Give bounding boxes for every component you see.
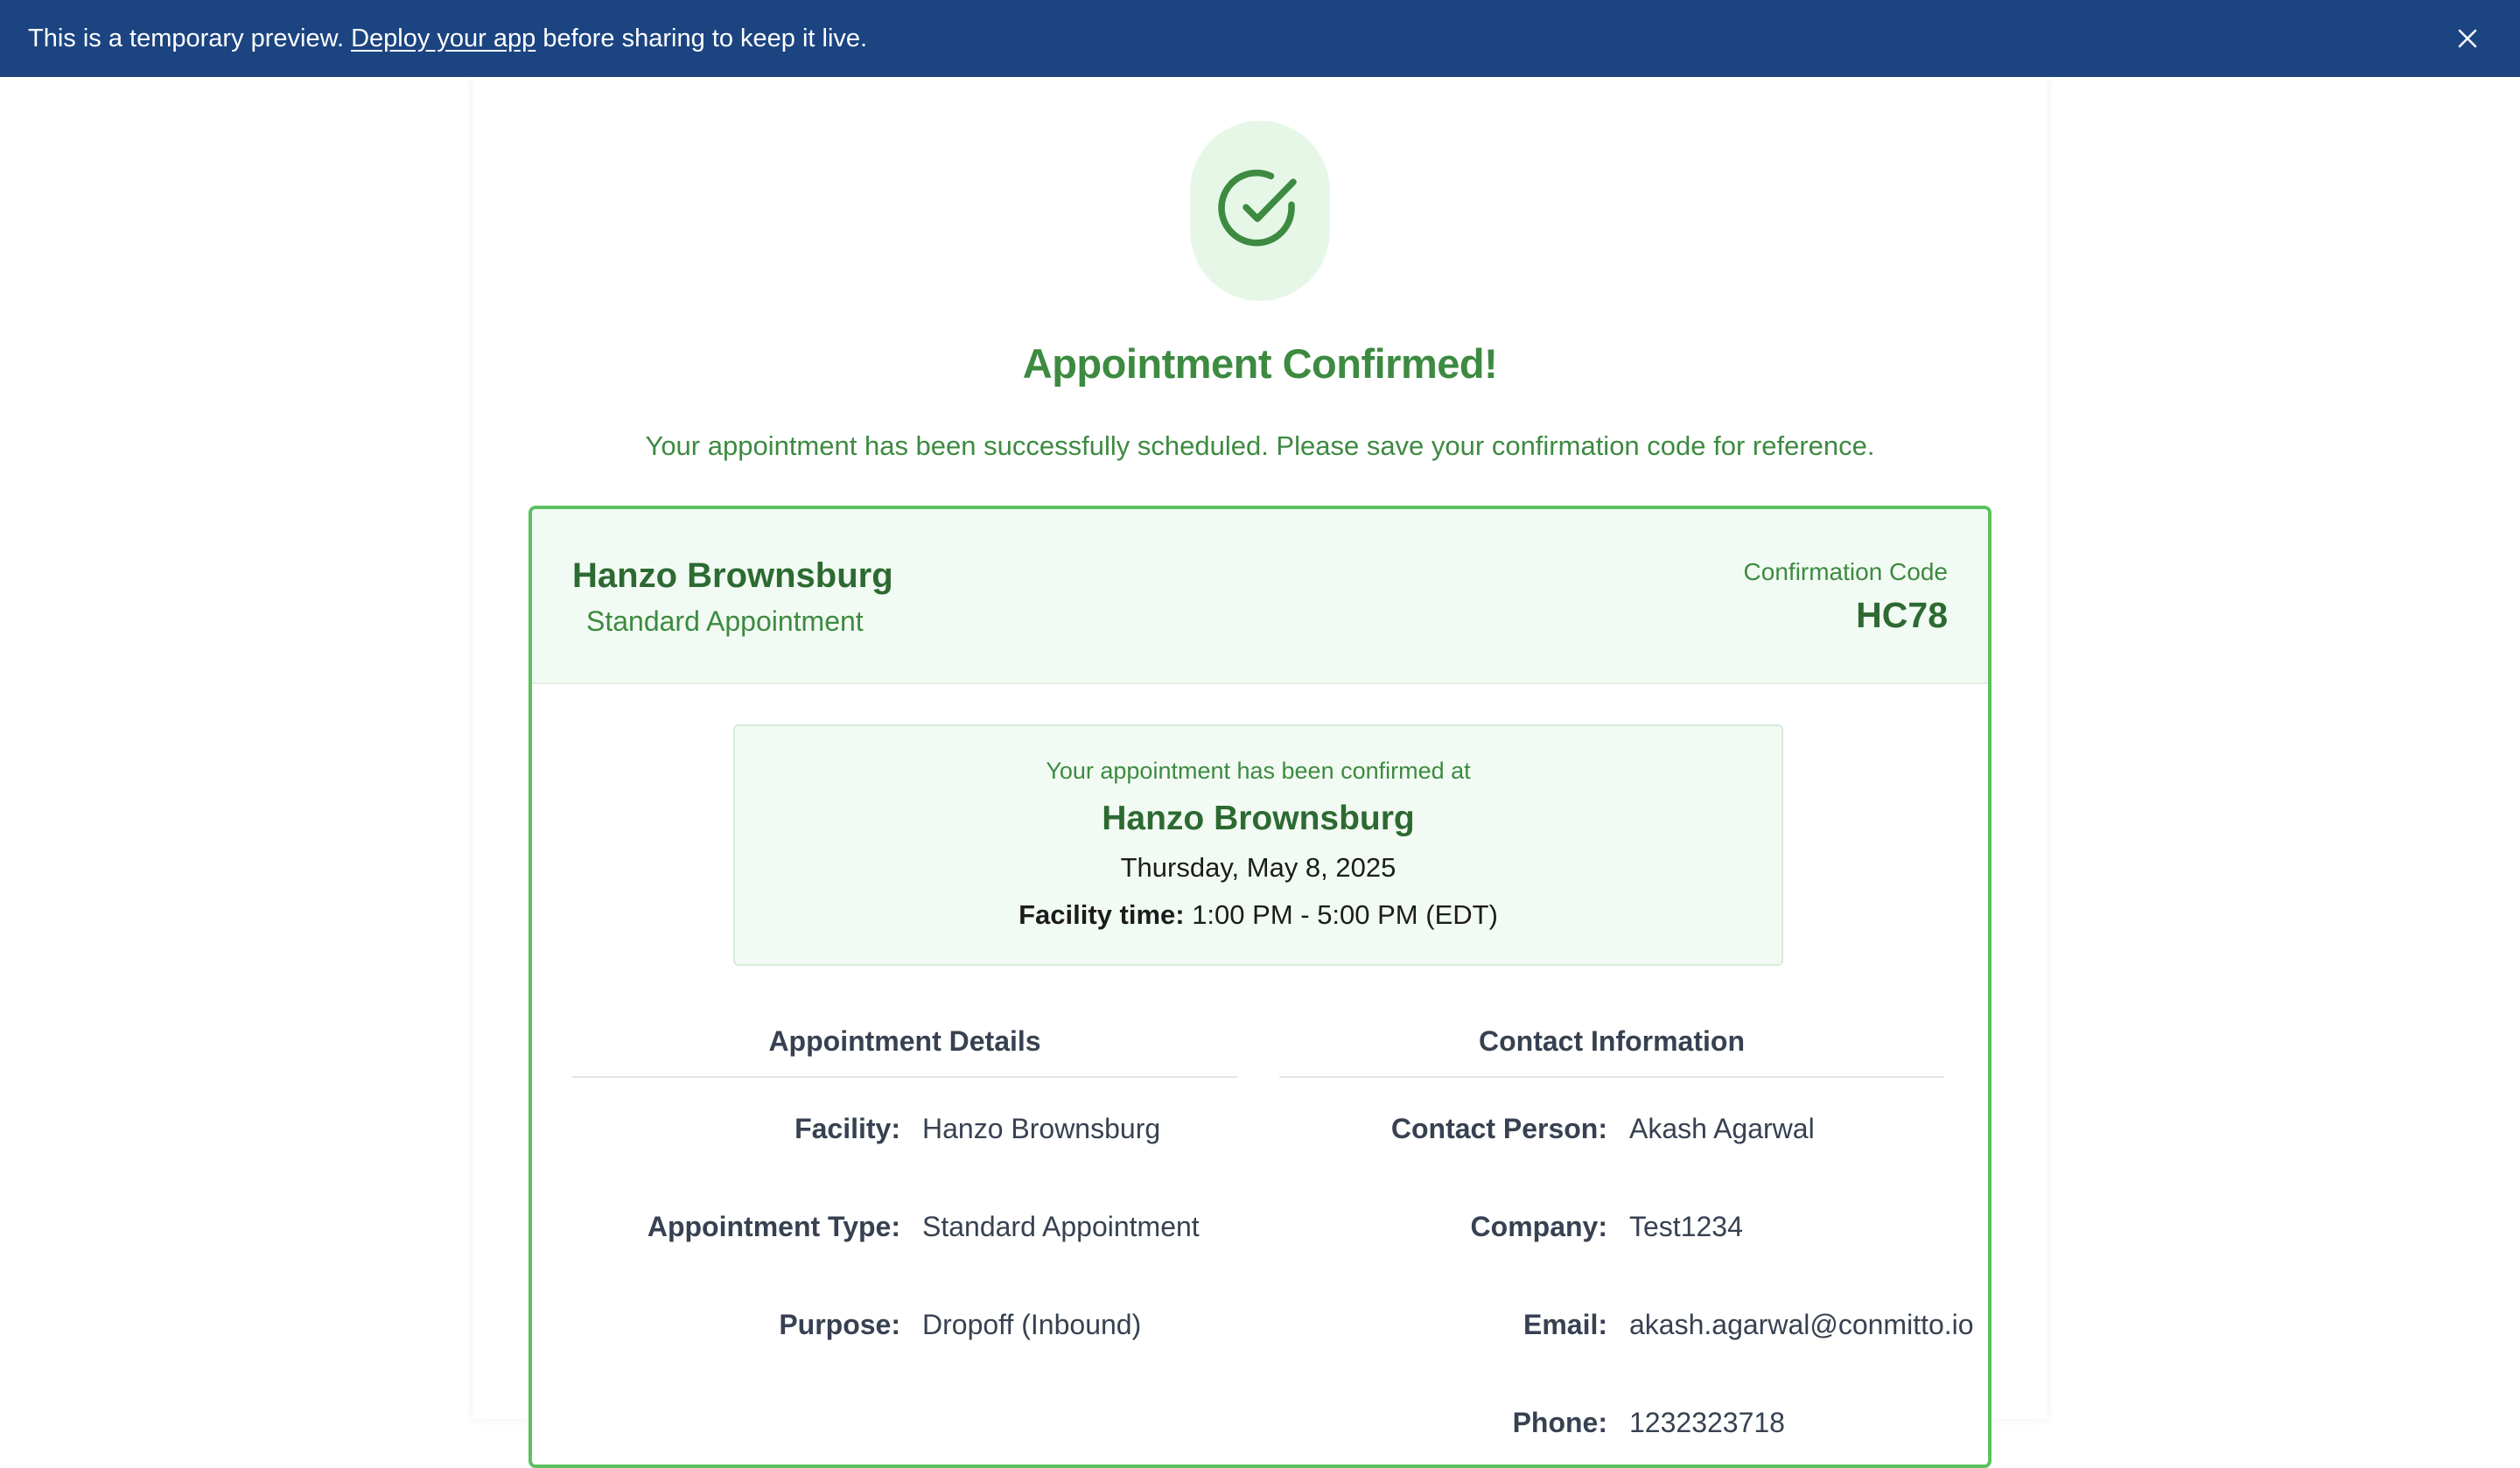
detail-value: Dropoff (Inbound) [922, 1309, 1142, 1340]
confirmed-at-time: Facility time: 1:00 PM - 5:00 PM (EDT) [735, 899, 1782, 931]
check-circle-icon [1218, 167, 1302, 255]
contact-label: Company: [1470, 1211, 1607, 1242]
confirmed-at-label: Your appointment has been confirmed at [1046, 758, 1471, 784]
close-icon[interactable] [2448, 19, 2487, 58]
contact-information-title: Contact Information [1279, 1011, 1944, 1078]
detail-value: Hanzo Brownsburg [922, 1113, 1161, 1144]
banner-text-before: This is a temporary preview. [28, 24, 352, 52]
confirmed-at-box: Your appointment has been confirmed at H… [733, 724, 1783, 966]
page-subtitle: Your appointment has been successfully s… [645, 430, 1875, 461]
card-appointment-type: Standard Appointment [586, 605, 864, 637]
contact-label: Contact Person: [1390, 1113, 1607, 1144]
detail-label: Appointment Type: [647, 1211, 900, 1242]
appointment-card: Hanzo Brownsburg Standard Appointment Co… [528, 506, 1992, 1468]
facility-time-label: Facility time: [1018, 899, 1185, 930]
deploy-app-link[interactable]: Deploy your app [351, 24, 536, 53]
facility-time-value: 1:00 PM - 5:00 PM (EDT) [1184, 899, 1498, 930]
contact-value: Akash Agarwal [1629, 1113, 1815, 1144]
contact-row-phone: Phone: 1232323718 [1279, 1407, 1944, 1439]
detail-value: Standard Appointment [922, 1211, 1200, 1242]
confirmation-page: Appointment Confirmed! Your appointment … [472, 77, 2048, 1468]
success-badge [1190, 121, 1330, 301]
contact-value: Test1234 [1629, 1211, 1743, 1242]
detail-label: Purpose: [779, 1309, 900, 1340]
detail-row-purpose: Purpose: Dropoff (Inbound) [572, 1309, 1237, 1341]
confirmed-at-date: Thursday, May 8, 2025 [1120, 852, 1396, 883]
contact-value: 1232323718 [1629, 1407, 1785, 1438]
detail-row-facility: Facility: Hanzo Brownsburg [572, 1113, 1237, 1145]
preview-banner: This is a temporary preview. Deploy your… [0, 0, 2520, 77]
appointment-details-title: Appointment Details [572, 1011, 1237, 1078]
card-facility-name: Hanzo Brownsburg [572, 556, 893, 595]
contact-row-email: Email: akash.agarwal@conmitto.io [1279, 1309, 1974, 1341]
detail-row-appointment-type: Appointment Type: Standard Appointment [572, 1211, 1237, 1243]
banner-text-after: before sharing to keep it live. [536, 24, 868, 52]
confirmation-code-label: Confirmation Code [1743, 558, 1948, 585]
contact-label: Phone: [1512, 1407, 1607, 1438]
detail-label: Facility: [794, 1113, 900, 1144]
page-title: Appointment Confirmed! [1022, 340, 1498, 387]
contact-row-person: Contact Person: Akash Agarwal [1279, 1113, 1944, 1145]
confirmation-code: HC78 [1856, 595, 1948, 635]
contact-row-company: Company: Test1234 [1279, 1211, 1944, 1243]
appointment-details-section: Appointment Details Facility: Hanzo Brow… [572, 1011, 1237, 1340]
confirmed-at-facility: Hanzo Brownsburg [1102, 800, 1415, 837]
card-header: Hanzo Brownsburg Standard Appointment Co… [532, 509, 1988, 684]
contact-information-section: Contact Information Contact Person: Akas… [1279, 1011, 1974, 1438]
contact-label: Email: [1522, 1309, 1607, 1340]
contact-value: akash.agarwal@conmitto.io [1629, 1309, 1974, 1340]
